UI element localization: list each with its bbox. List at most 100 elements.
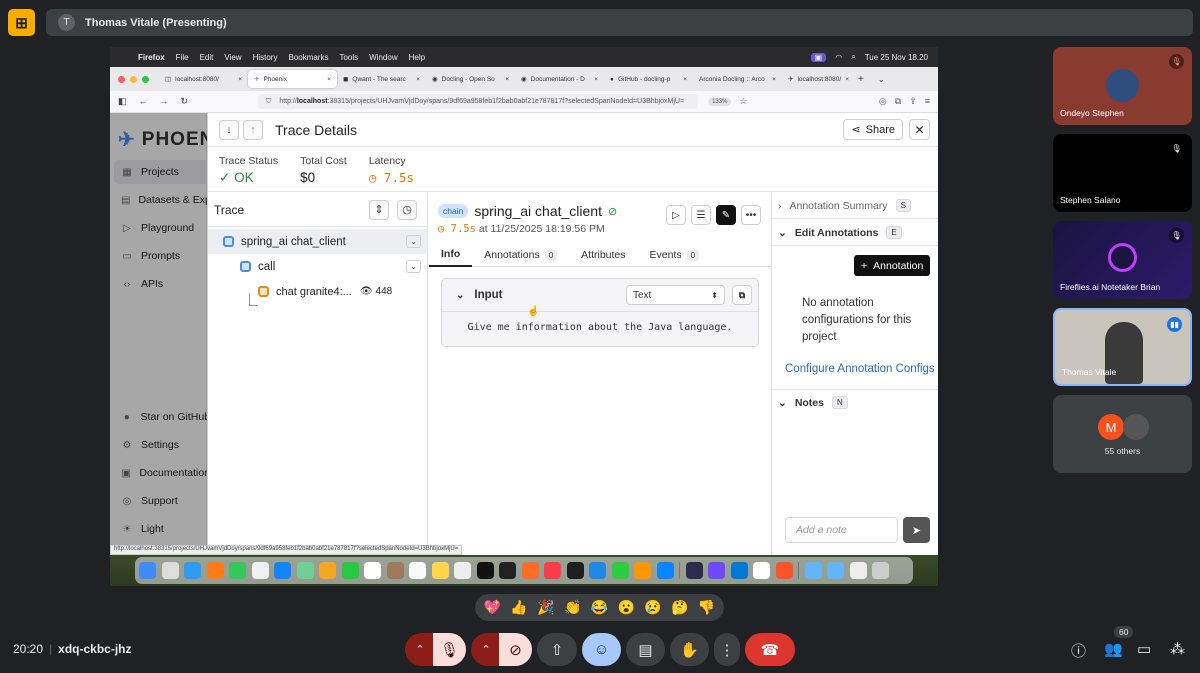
reaction-thumbs-up[interactable]: 👍 [510,599,527,616]
gitlab-icon[interactable] [521,562,539,579]
audio-options-button[interactable]: ⌃ [405,633,435,666]
minimize-window-icon[interactable] [130,75,137,83]
calendar-icon[interactable] [364,562,381,579]
mic-toggle-button[interactable]: 🎙 [433,633,466,666]
people-icon[interactable]: 👥 [1104,640,1123,658]
participant-tile[interactable]: 🎙 Ondeyo Stephen [1053,47,1192,125]
zoom-level-badge[interactable]: 133% [708,97,732,106]
reaction-laugh[interactable]: 😂 [591,599,608,616]
vscode-icon[interactable] [730,562,748,579]
forward-icon[interactable]: → [160,96,169,107]
folder-icon[interactable] [804,562,822,579]
browser-tab[interactable]: Arconia Docling :: Arco × [693,70,782,88]
reaction-sad[interactable]: 😢 [644,599,661,616]
app-store-icon[interactable] [656,562,674,579]
downloads-icon[interactable] [827,562,844,579]
add-to-dataset-icon[interactable]: ☰ [691,205,711,225]
brave-icon[interactable] [775,562,793,579]
screen-share-status-icon[interactable]: ▣ [810,52,827,62]
contacts-icon[interactable] [386,562,404,579]
others-tile[interactable]: M 55 others [1053,395,1192,473]
reaction-party[interactable]: 🎉 [537,599,554,616]
close-tab-icon[interactable]: × [416,76,420,83]
menu-view[interactable]: View [224,53,241,62]
sidebar-toggle-icon[interactable]: ◧ [118,96,127,107]
tree-node-spring-ai-chat-client[interactable]: spring_ai chat_client ⌄ [208,229,427,254]
menu-bookmarks[interactable]: Bookmarks [288,53,328,62]
reaction-heart[interactable]: 💖 [484,599,501,616]
mac-clock[interactable]: Tue 25 Nov 18.20 [865,53,928,62]
close-window-icon[interactable] [118,75,125,83]
close-tab-icon[interactable]: × [594,76,598,83]
pages-icon[interactable] [634,562,651,579]
browser-tab[interactable]: ◼ Qwant - The searc × [337,70,426,88]
more-options-button[interactable]: ⋮ [714,633,740,666]
close-icon[interactable]: ✕ [909,119,930,140]
tv-icon[interactable] [476,562,494,579]
numbers-icon[interactable] [611,562,629,579]
launchpad-icon[interactable] [161,562,179,579]
format-select[interactable]: Text ⬍ [626,285,725,305]
keynote-icon[interactable] [589,562,606,579]
next-trace-button[interactable]: ↓ [219,119,239,140]
camera-toggle-button[interactable]: ⊘ [499,633,532,666]
menu-hamburger-icon[interactable]: ≡ [925,96,930,107]
send-note-icon[interactable]: ➤ [903,517,930,543]
tab-list-chevron-icon[interactable]: ⌄ [878,75,885,84]
reload-icon[interactable]: ↻ [181,96,189,107]
replay-icon[interactable]: ▷ [666,205,686,225]
maps-icon[interactable] [296,562,314,579]
notes-row[interactable]: ⌄ Notes N [772,389,938,415]
share-page-icon[interactable]: ⇪ [909,96,917,107]
trash-icon[interactable] [872,562,889,579]
app-icon[interactable] [685,562,703,579]
close-tab-icon[interactable]: × [327,76,331,83]
note-input[interactable]: Add a note [785,517,898,543]
chevron-down-icon[interactable]: ⌄ [406,260,421,273]
raise-hand-button[interactable]: ✋ [670,633,709,666]
chat-icon[interactable]: ▭ [1137,640,1151,658]
leave-call-button[interactable]: ☎ [745,633,795,666]
menu-history[interactable]: History [253,53,278,62]
meet-app-icon[interactable]: ⊞ [8,9,35,36]
close-tab-icon[interactable]: × [845,76,849,83]
tab-info[interactable]: Info [429,243,473,267]
ollama-icon[interactable] [753,562,770,579]
safari-icon[interactable] [184,562,201,579]
mail-icon[interactable] [251,562,269,579]
menu-window[interactable]: Window [369,53,397,62]
browser-tab[interactable]: ✈ localhost:8080/× [782,70,852,88]
close-tab-icon[interactable]: × [772,76,776,83]
previous-trace-button[interactable]: ↑ [243,119,263,140]
tab-events[interactable]: Events 0 [638,243,712,267]
close-tab-icon[interactable]: × [238,76,242,83]
facetime-icon[interactable] [341,562,359,579]
timing-toggle-button[interactable]: ◷ [397,199,417,220]
browser-tab[interactable]: ◉ Docling - Open So × [426,70,515,88]
messages-icon[interactable] [229,562,246,579]
url-field[interactable]: ⛉ http://localhost:38315/projects/UHJvam… [258,94,699,109]
menu-help[interactable]: Help [409,53,425,62]
browser-tab-active[interactable]: ✈ Phoenix × [248,70,337,88]
edit-annotations-row[interactable]: ⌄ Edit Annotations E [772,220,938,246]
present-button[interactable]: ⇧ [537,633,577,666]
extensions-icon[interactable]: ⧉ [895,96,901,107]
activities-icon[interactable]: ⁂ [1170,640,1185,658]
emoji-button[interactable]: ☺ [582,633,621,666]
photos-icon[interactable] [319,562,336,579]
tab-attributes[interactable]: Attributes [569,243,637,267]
browser-tab[interactable]: ◫ localhost:8080/ × [159,70,248,88]
tab-annotations[interactable]: Annotations 0 [472,243,569,267]
menu-tools[interactable]: Tools [339,53,358,62]
terminal-icon[interactable] [566,562,584,579]
collapse-all-button[interactable]: ⇕ [369,199,389,220]
wifi-icon[interactable]: ◠ [835,53,842,62]
browser-tab[interactable]: ◉ Documentation - D × [515,70,604,88]
participant-tile[interactable]: 🎙 Stephen Salano [1053,134,1192,212]
close-tab-icon[interactable]: × [505,76,509,83]
search-icon[interactable]: ⌕ [851,52,855,62]
participant-tile[interactable]: 🎙 Fireflies.ai Notetaker Brian [1053,221,1192,299]
reaction-clap[interactable]: 👏 [564,599,581,616]
new-tab-icon[interactable]: + [858,74,864,85]
menu-firefox[interactable]: Firefox [138,53,165,62]
